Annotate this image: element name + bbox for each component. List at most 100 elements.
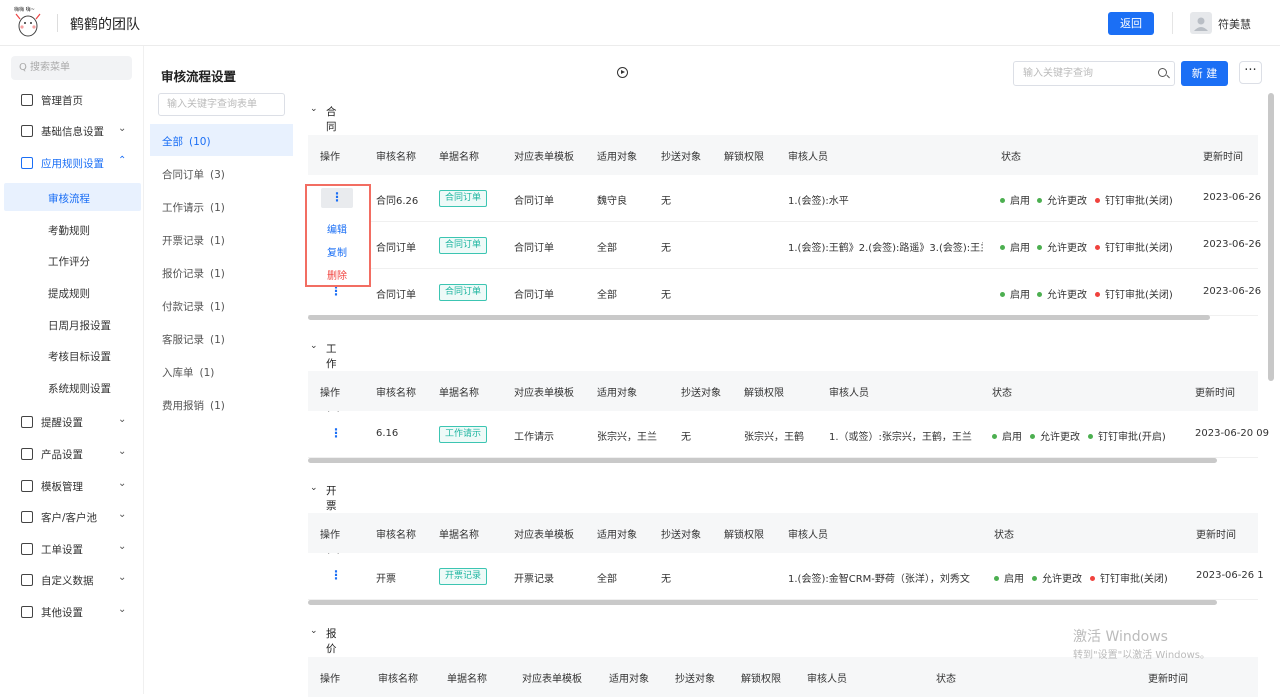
edit-menu-item[interactable]: 编辑	[327, 221, 347, 236]
sidebar-item-app-rules[interactable]: 应用规则设置 ⌃	[0, 149, 144, 177]
chevron-down-icon: ⌄	[118, 509, 127, 520]
subitem-label: 考核目标设置	[48, 351, 111, 363]
sidebar-item-reminders[interactable]: 提醒设置 ⌄	[0, 408, 144, 436]
delete-menu-item[interactable]: 删除	[327, 267, 347, 282]
doc-tag: 合同订单	[439, 190, 488, 207]
category-payment[interactable]: 付款记录 (1)	[150, 289, 293, 321]
user-group-icon	[21, 511, 33, 523]
category-quote[interactable]: 报价记录 (1)	[150, 256, 293, 288]
header-doc: 单据名称	[439, 530, 479, 541]
sidebar: Q 搜索菜单 管理首页 基础信息设置 ⌄ 应用规则设置 ⌃ 审核流程 考勤规则 …	[0, 46, 144, 694]
subitem-label: 日周月报设置	[48, 320, 111, 332]
header-divider	[1172, 12, 1173, 34]
tools-icon	[21, 574, 33, 586]
sidebar-item-label: 自定义数据	[41, 575, 94, 587]
category-label: 合同订单 (3)	[162, 169, 225, 181]
table-header: 操作 审核名称 单据名称 对应表单模板 适用对象 抄送对象 解锁权限 审核人员 …	[308, 657, 1258, 697]
cell-target: 全部	[597, 290, 617, 301]
category-work-request[interactable]: 工作请示 (1)	[150, 190, 293, 222]
header-name: 审核名称	[376, 152, 416, 163]
header-approvers: 审核人员	[788, 530, 828, 541]
header-unlock: 解锁权限	[724, 530, 764, 541]
more-vertical-icon[interactable]: ⋮	[321, 566, 351, 586]
sidebar-item-customers[interactable]: 客户/客户池 ⌄	[0, 503, 144, 531]
page-title: 审核流程设置	[161, 69, 237, 84]
cell-cc: 无	[681, 432, 691, 443]
horizontal-scrollbar[interactable]	[308, 600, 1217, 605]
new-button[interactable]: 新 建	[1181, 61, 1228, 86]
sidebar-item-home[interactable]: 管理首页	[0, 86, 144, 114]
sidebar-subitem-reports[interactable]: 日周月报设置	[4, 310, 141, 338]
sidebar-subitem-approval-flow[interactable]: 审核流程	[4, 183, 141, 211]
subitem-label: 系统规则设置	[48, 383, 111, 395]
category-contract[interactable]: 合同订单 (3)	[150, 157, 293, 189]
category-all[interactable]: 全部 (10)	[150, 124, 293, 156]
cell-updated: 2023-06-26	[1203, 192, 1262, 203]
sidebar-subitem-system-rules[interactable]: 系统规则设置	[4, 373, 141, 401]
sidebar-subitem-attendance[interactable]: 考勤规则	[4, 215, 141, 243]
table-header: 操作 审核名称 单据名称 对应表单模板 适用对象 抄送对象 解锁权限 审核人员 …	[308, 513, 1258, 553]
header-target: 适用对象	[597, 152, 637, 163]
sidebar-item-label: 产品设置	[41, 449, 83, 461]
chevron-down-icon: ⌄	[118, 572, 127, 583]
doc-tag: 合同订单	[439, 284, 488, 301]
status-enabled: 启用	[994, 570, 1024, 585]
sidebar-subitem-targets[interactable]: 考核目标设置	[4, 341, 141, 369]
more-vertical-icon[interactable]: ⋮	[321, 188, 353, 208]
chevron-down-icon: ⌄	[310, 104, 318, 114]
sidebar-item-templates[interactable]: 模板管理 ⌄	[0, 472, 144, 500]
search-icon[interactable]	[1158, 68, 1167, 77]
logo-divider	[57, 14, 58, 32]
user-avatar[interactable]	[1190, 12, 1212, 34]
category-stock-in[interactable]: 入库单 (1)	[150, 355, 293, 387]
header-name: 审核名称	[376, 388, 416, 399]
play-icon[interactable]	[617, 67, 628, 78]
more-vertical-icon[interactable]: ⋮	[321, 424, 351, 444]
doc-tag: 工作请示	[439, 426, 488, 443]
cell-unlock: 张宗兴，王鹤	[744, 432, 804, 443]
sidebar-item-other[interactable]: 其他设置 ⌄	[0, 598, 144, 626]
category-service[interactable]: 客服记录 (1)	[150, 322, 293, 354]
category-invoice[interactable]: 开票记录 (1)	[150, 223, 293, 255]
status-dingtalk: 钉钉审批(开启)	[1088, 428, 1166, 443]
doc-tag: 合同订单	[439, 237, 488, 254]
sidebar-subitem-work-score[interactable]: 工作评分	[4, 246, 141, 274]
cell-name: 开票	[376, 574, 396, 585]
more-options-button[interactable]: ···	[1239, 61, 1262, 84]
keyword-search-input[interactable]: 输入关键字查询	[1013, 61, 1175, 86]
header-op: 操作	[320, 152, 340, 163]
sidebar-item-label: 工单设置	[41, 544, 83, 556]
sidebar-item-custom-data[interactable]: 自定义数据 ⌄	[0, 566, 144, 594]
status-enabled: 启用	[1000, 286, 1030, 301]
copy-menu-item[interactable]: 复制	[327, 244, 347, 259]
back-button[interactable]: 返回	[1108, 12, 1154, 35]
header-doc: 单据名称	[447, 674, 487, 685]
category-label: 报价记录 (1)	[162, 268, 225, 280]
header-op: 操作	[320, 388, 340, 399]
header-status: 状态	[992, 388, 1012, 399]
form-search-input[interactable]: 输入关键字查询表单	[158, 93, 285, 116]
table-row: ⋮ 合同6.26 合同订单 合同订单 魏守良 无 1.(会签):水平 启用 允许…	[308, 175, 1262, 222]
user-name[interactable]: 符美慧	[1218, 16, 1251, 32]
header-doc: 单据名称	[439, 388, 479, 399]
vertical-scrollbar[interactable]	[1268, 93, 1274, 381]
chevron-down-icon: ⌄	[118, 123, 127, 134]
category-label: 付款记录 (1)	[162, 301, 225, 313]
sidebar-item-tickets[interactable]: 工单设置 ⌄	[0, 535, 144, 563]
sidebar-subitem-commission[interactable]: 提成规则	[4, 278, 141, 306]
sidebar-item-products[interactable]: 产品设置 ⌄	[0, 440, 144, 468]
horizontal-scrollbar[interactable]	[308, 458, 1217, 463]
sidebar-item-basic-info[interactable]: 基础信息设置 ⌄	[0, 117, 144, 145]
cell-cc: 无	[661, 290, 671, 301]
menu-search-input[interactable]: Q 搜索菜单	[11, 56, 132, 80]
cell-target: 魏守良	[597, 196, 627, 207]
horizontal-scrollbar[interactable]	[308, 315, 1210, 320]
sidebar-item-label: 客户/客户池	[41, 512, 98, 524]
table-row: ⋮ 开票 开票记录 开票记录 全部 无 1.(会签):金智CRM-野荷（张洋），…	[308, 553, 1264, 600]
cell-updated: 2023-06-26	[1203, 286, 1262, 297]
category-label: 开票记录 (1)	[162, 235, 225, 247]
category-expense[interactable]: 费用报销 (1)	[150, 388, 293, 420]
header-name: 审核名称	[376, 530, 416, 541]
home-icon	[21, 94, 33, 106]
subitem-label: 工作评分	[48, 256, 90, 268]
